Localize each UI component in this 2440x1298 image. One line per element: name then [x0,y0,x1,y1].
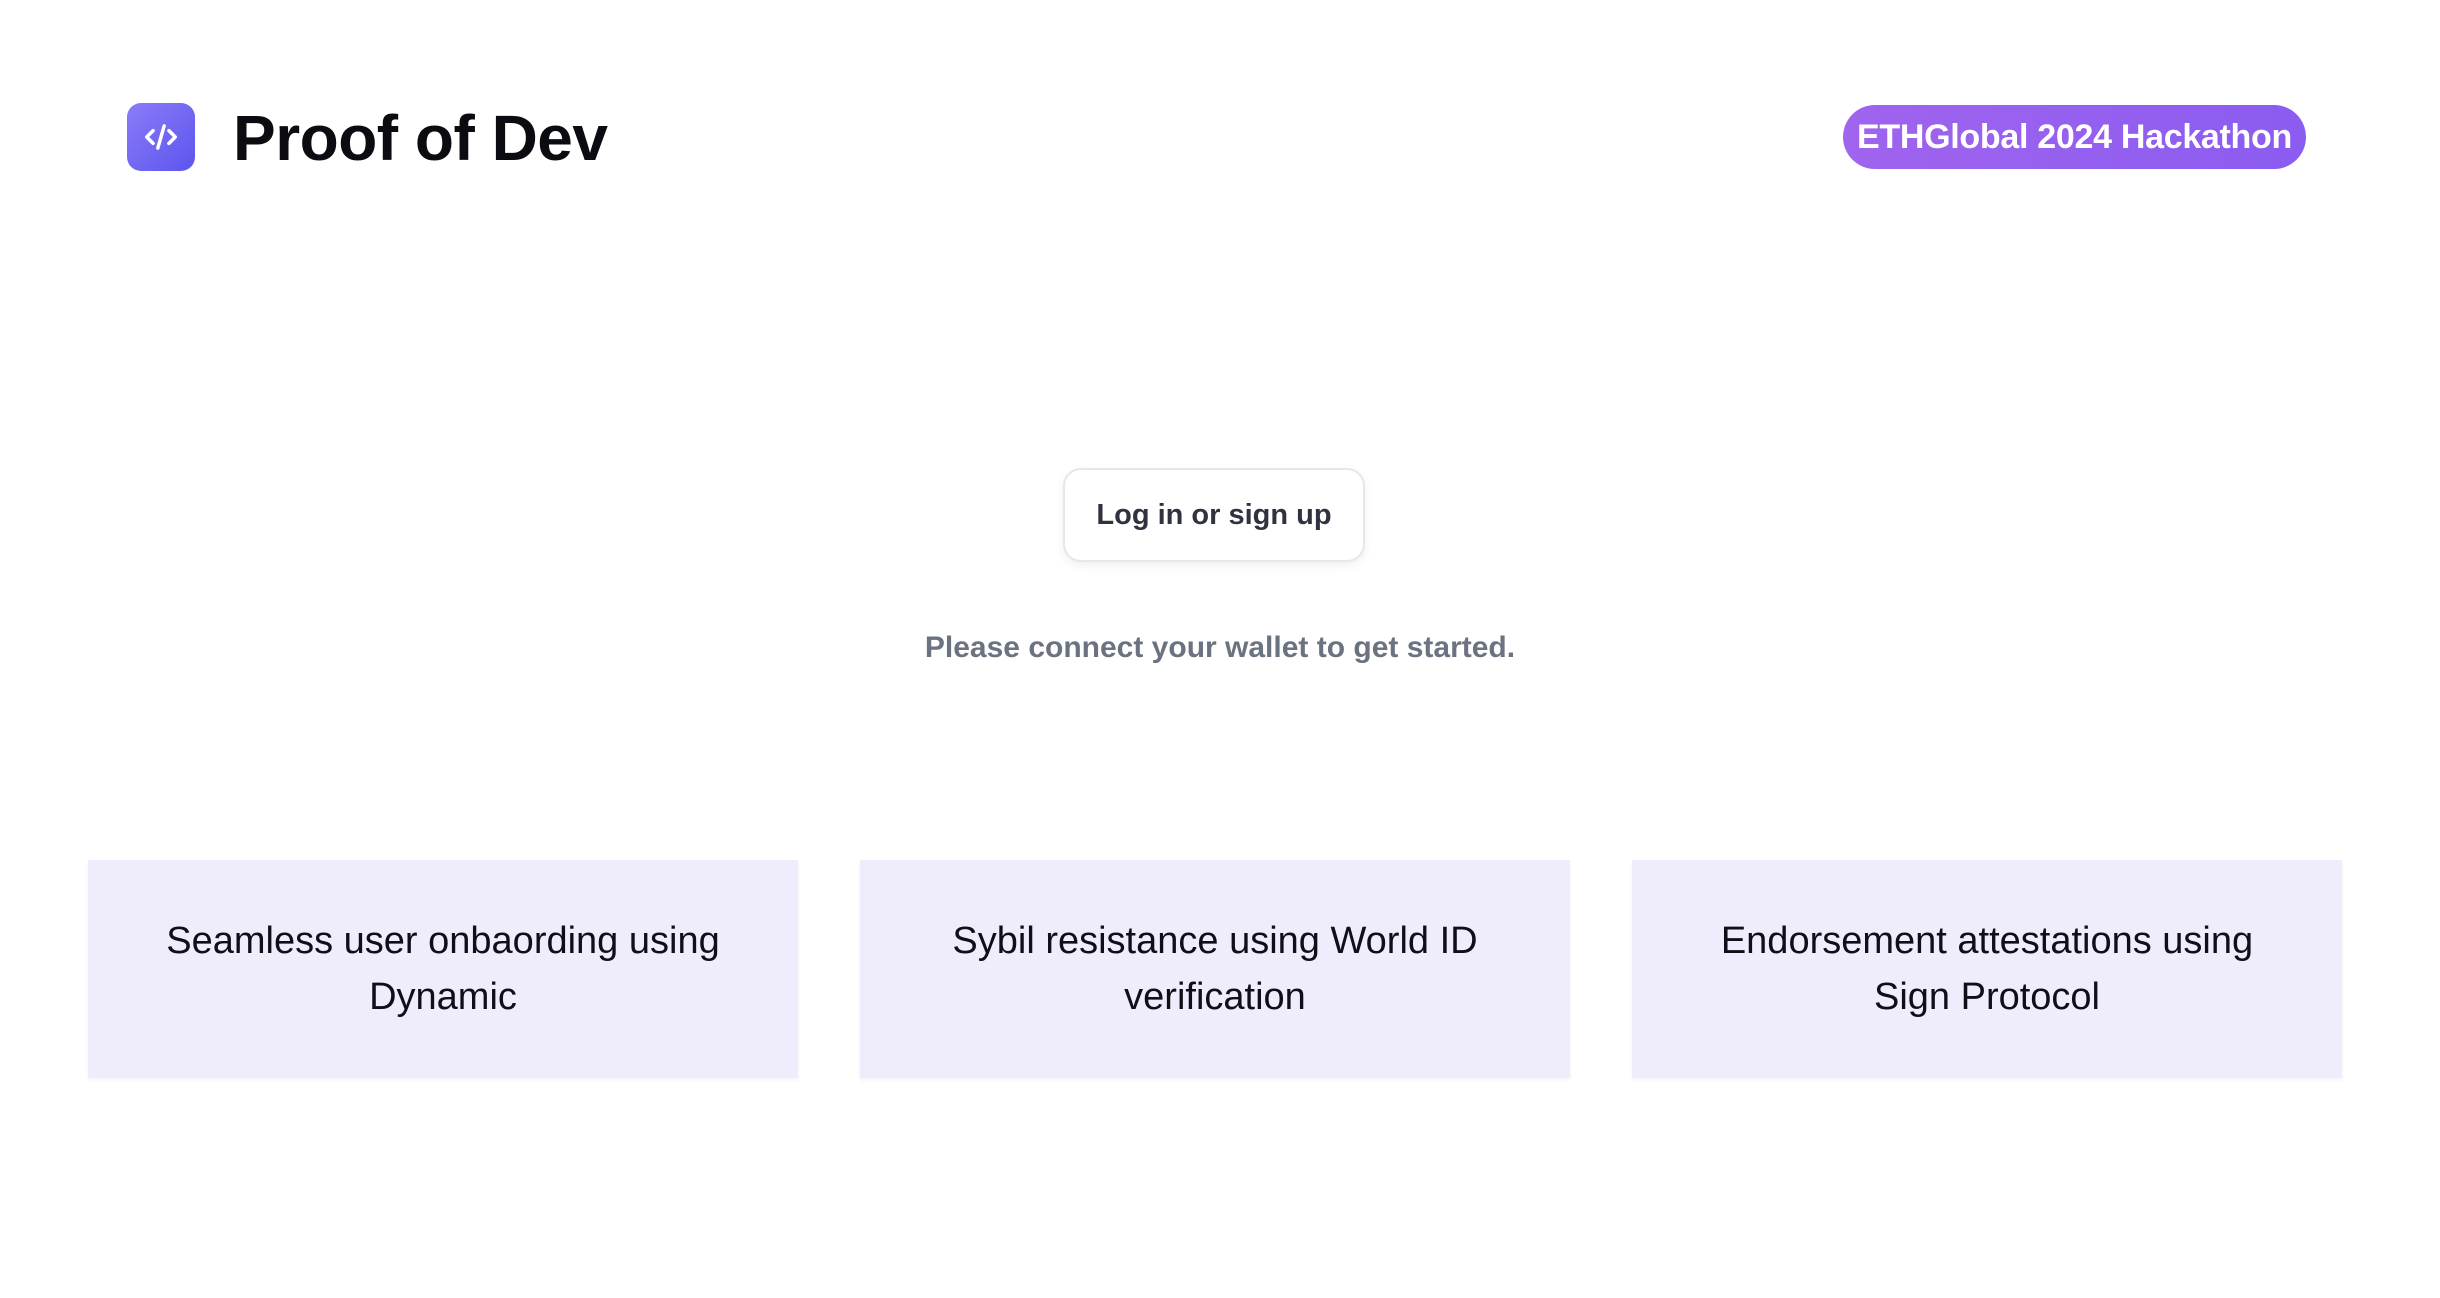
page: Proof of Dev ETHGlobal 2024 Hackathon Lo… [0,0,2440,1298]
feature-card-text: Endorsement attestations using Sign Prot… [1720,920,2254,1018]
login-signup-button[interactable]: Log in or sign up [1063,468,1365,562]
feature-card-attestations: Endorsement attestations using Sign Prot… [1632,860,2342,1078]
connect-wallet-hint: Please connect your wallet to get starte… [924,631,1516,664]
header: Proof of Dev ETHGlobal 2024 Hackathon [0,0,2440,270]
feature-card-onboarding: Seamless user onbaording using Dynamic [88,860,798,1078]
hackathon-badge: ETHGlobal 2024 Hackathon [1843,105,2306,169]
feature-card-text: Sybil resistance using World ID verifica… [952,920,1478,1018]
feature-card-sybil-resistance: Sybil resistance using World ID verifica… [860,860,1570,1078]
app-title: Proof of Dev [233,102,608,174]
code-brackets-icon [127,103,195,171]
feature-card-text: Seamless user onbaording using Dynamic [166,920,720,1018]
